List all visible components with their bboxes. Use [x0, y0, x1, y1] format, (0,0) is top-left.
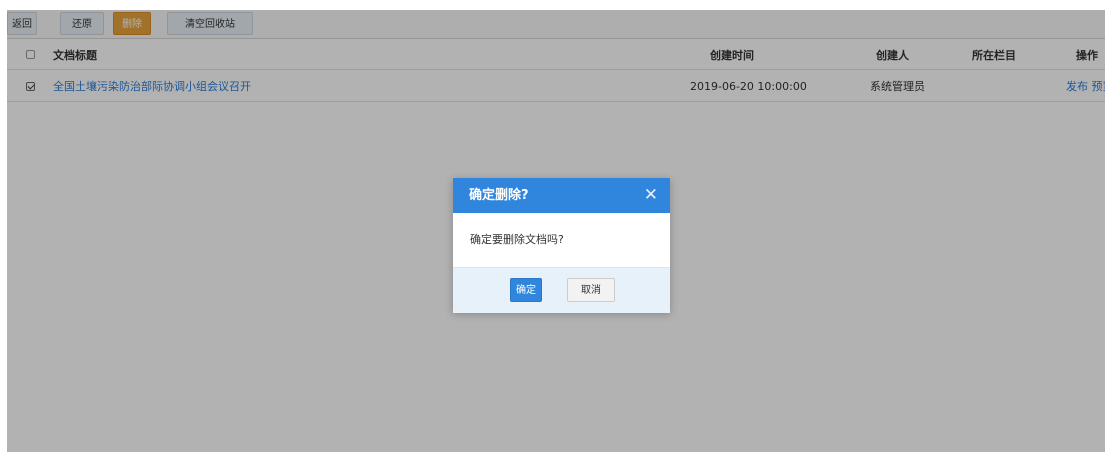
dialog-title: 确定删除?: [469, 188, 529, 203]
dialog-footer: 确定 取消: [453, 267, 670, 313]
cancel-button[interactable]: 取消: [567, 278, 615, 302]
dialog-message: 确定要删除文档吗?: [470, 233, 564, 246]
confirm-button[interactable]: 确定: [510, 278, 542, 302]
close-icon[interactable]: ✕: [644, 178, 658, 213]
dialog-header: 确定删除? ✕: [453, 178, 670, 213]
confirm-delete-dialog: 确定删除? ✕ 确定要删除文档吗? 确定 取消: [453, 178, 670, 313]
